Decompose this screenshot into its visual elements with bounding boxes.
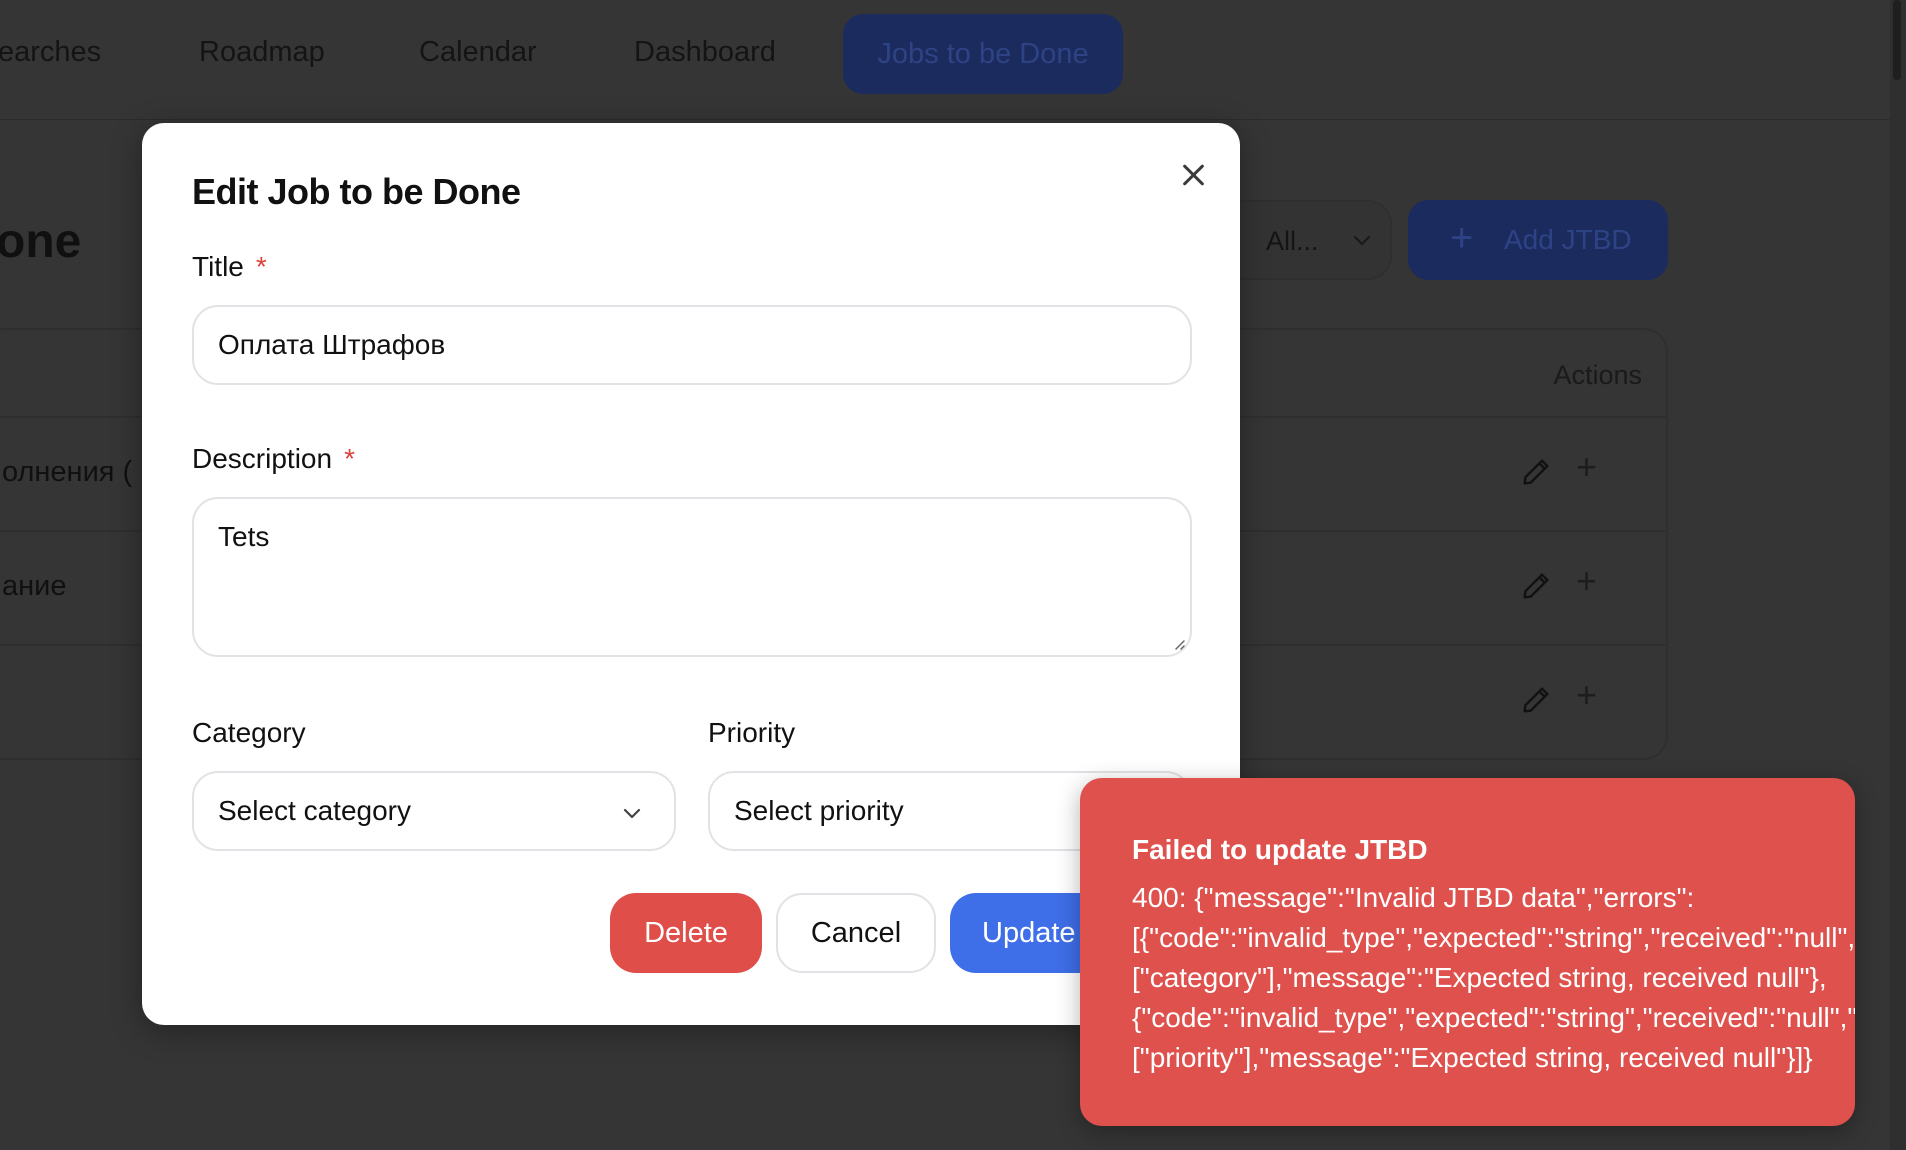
app-page: earches Roadmap Calendar Dashboard Jobs … — [0, 0, 1906, 1150]
toast-message-line: [{"code":"invalid_type","expected":"stri… — [1132, 922, 1855, 953]
top-nav: earches Roadmap Calendar Dashboard Jobs … — [0, 0, 1890, 120]
category-label: Category — [192, 717, 306, 748]
nav-item-roadmap[interactable]: Roadmap — [199, 36, 325, 69]
modal-title: Edit Job to be Done — [192, 171, 521, 212]
actions-column-header: Actions — [1553, 360, 1642, 390]
cancel-button[interactable]: Cancel — [776, 893, 936, 973]
plus-icon: + — [1450, 216, 1474, 260]
nav-item-jobs-to-be-done[interactable]: Jobs to be Done — [843, 14, 1123, 94]
error-toast[interactable]: Failed to update JTBD 400: {"message":"I… — [1080, 778, 1855, 1126]
description-textarea[interactable]: Tets — [192, 497, 1192, 657]
toast-message-line: ["category"],"message":"Expected string,… — [1132, 962, 1827, 993]
add-jtbd-button[interactable]: + Add JTBD — [1408, 200, 1668, 280]
close-icon[interactable] — [1178, 159, 1210, 191]
title-label-text: Title — [192, 251, 244, 282]
resize-grip-icon[interactable] — [1170, 635, 1186, 651]
description-label-text: Description — [192, 443, 333, 474]
toast-title: Failed to update JTBD — [1132, 834, 1428, 865]
priority-label: Priority — [708, 717, 796, 748]
page-title: one — [0, 215, 82, 268]
chevron-down-icon — [623, 808, 641, 819]
title-input-value: Оплата Штрафов — [218, 329, 446, 360]
nav-item-researches[interactable]: earches — [0, 36, 101, 69]
description-label: Description * — [192, 443, 355, 475]
title-input[interactable]: Оплата Штрафов — [192, 305, 1192, 385]
plus-icon[interactable]: + — [1576, 560, 1597, 602]
toast-message-line: {"code":"invalid_type","expected":"strin… — [1132, 1002, 1855, 1033]
category-select-value: Select category — [218, 795, 411, 826]
page-scrollbar[interactable] — [1890, 0, 1906, 1150]
filter-select[interactable]: All... — [1220, 200, 1392, 280]
description-textarea-value: Tets — [218, 521, 270, 552]
add-jtbd-label: Add JTBD — [1504, 224, 1632, 255]
plus-icon[interactable]: + — [1576, 674, 1597, 716]
toast-message-line: 400: {"message":"Invalid JTBD data","err… — [1132, 882, 1695, 913]
pencil-icon[interactable] — [1520, 570, 1552, 602]
required-marker: * — [255, 251, 267, 282]
category-select[interactable]: Select category — [192, 771, 676, 851]
nav-item-dashboard[interactable]: Dashboard — [634, 36, 776, 69]
chevron-down-icon — [1353, 235, 1371, 246]
edit-jtbd-modal: Edit Job to be Done Title * Оплата Штрафо… — [142, 123, 1240, 1025]
filter-select-value: All... — [1266, 226, 1319, 256]
delete-button[interactable]: Delete — [610, 893, 762, 973]
priority-select-value: Select priority — [734, 795, 904, 826]
nav-item-calendar[interactable]: Calendar — [419, 36, 537, 69]
pencil-icon[interactable] — [1520, 456, 1552, 488]
table-cell-title: ание — [2, 570, 67, 602]
plus-icon[interactable]: + — [1576, 446, 1597, 488]
pencil-icon[interactable] — [1520, 684, 1552, 716]
scrollbar-thumb[interactable] — [1893, 0, 1901, 80]
table-cell-title: олнения ( — [2, 456, 133, 488]
required-marker: * — [344, 443, 355, 474]
title-label: Title * — [192, 251, 267, 283]
toast-message-line: ["priority"],"message":"Expected string,… — [1132, 1042, 1813, 1073]
